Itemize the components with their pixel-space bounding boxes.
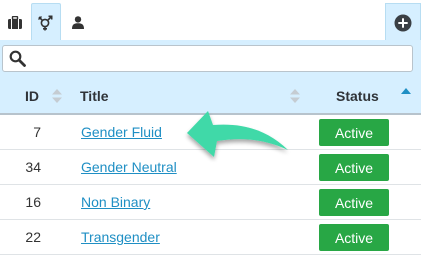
row-id: 34	[25, 159, 41, 175]
row-id: 7	[33, 124, 41, 140]
table-row: 16 Non Binary Active	[0, 185, 421, 220]
status-button[interactable]: Active	[319, 189, 389, 216]
tab-user[interactable]	[63, 3, 93, 41]
tab-briefcase[interactable]	[0, 3, 30, 41]
status-button[interactable]: Active	[319, 224, 389, 251]
status-button[interactable]: Active	[319, 119, 389, 146]
column-header-id[interactable]: ID	[25, 88, 39, 104]
status-button[interactable]: Active	[319, 154, 389, 181]
row-title-link[interactable]: Gender Neutral	[81, 159, 177, 175]
row-title-link[interactable]: Non Binary	[81, 194, 150, 210]
table-row: 22 Transgender Active	[0, 220, 421, 255]
sort-icon[interactable]	[52, 89, 62, 103]
add-button[interactable]	[385, 3, 421, 41]
table-row: 34 Gender Neutral Active	[0, 150, 421, 185]
column-header-status[interactable]: Status	[336, 88, 379, 104]
search-input[interactable]	[31, 48, 410, 71]
search-icon	[9, 50, 26, 67]
column-header-title[interactable]: Title	[80, 88, 109, 104]
row-title-link[interactable]: Transgender	[81, 229, 160, 245]
tab-gender[interactable]	[31, 3, 61, 41]
gender-icon	[38, 14, 53, 30]
row-id: 22	[25, 229, 41, 245]
row-id: 16	[25, 194, 41, 210]
plus-circle-icon	[394, 14, 412, 31]
row-title-link[interactable]: Gender Fluid	[81, 124, 162, 140]
table-header: ID Title Status	[0, 78, 421, 115]
tab-bar	[0, 0, 432, 43]
user-icon	[72, 15, 84, 29]
table-row: 7 Gender Fluid Active	[0, 115, 421, 150]
briefcase-icon	[8, 15, 22, 29]
search-box[interactable]	[2, 45, 413, 72]
sort-icon[interactable]	[290, 89, 300, 103]
sort-ascending-icon[interactable]	[401, 88, 411, 95]
